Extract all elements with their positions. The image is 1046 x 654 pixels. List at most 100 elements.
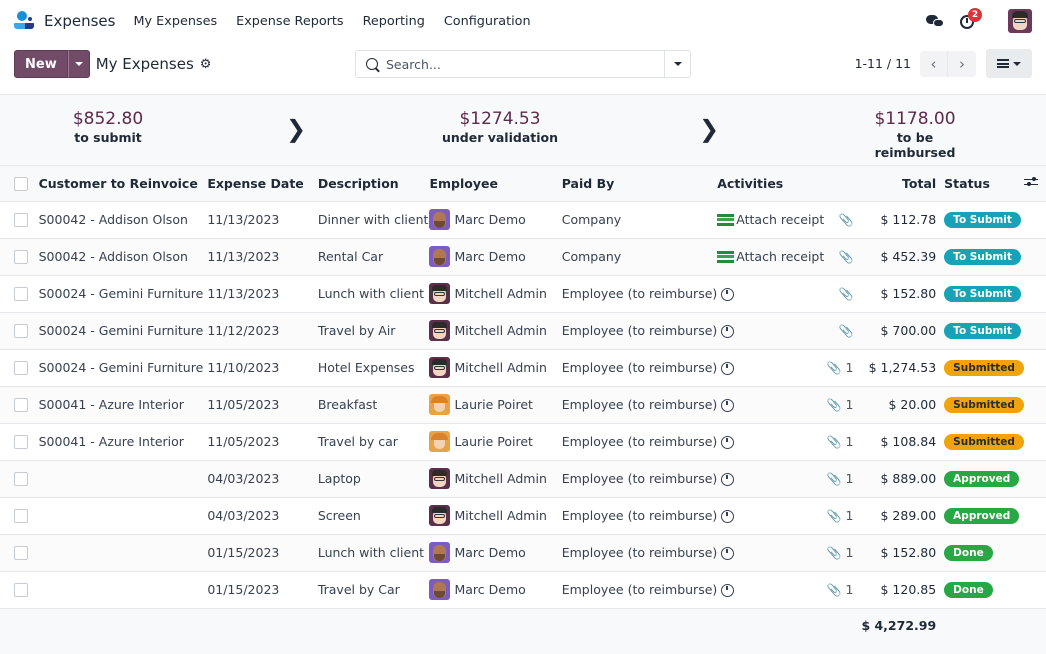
attachments-cell[interactable]: 📎 <box>826 275 862 313</box>
activity-label[interactable]: Attach receipt <box>736 212 824 227</box>
table-row[interactable]: 01/15/2023 Lunch with client Marc Demo Empl… <box>0 534 1046 572</box>
clock-icon[interactable] <box>721 362 735 375</box>
attachments-cell[interactable]: 📎 1 <box>826 349 862 387</box>
select-all-checkbox[interactable] <box>14 177 28 191</box>
clock-icon[interactable] <box>721 436 735 449</box>
search-input[interactable] <box>386 56 664 72</box>
header-customer[interactable]: Customer to Reinvoice <box>38 166 208 202</box>
row-checkbox[interactable] <box>14 472 28 487</box>
employee-avatar[interactable] <box>429 468 451 489</box>
attachments-cell[interactable]: 📎 1 <box>826 571 862 609</box>
chat-icon[interactable] <box>926 13 946 29</box>
table-row[interactable]: S00041 - Azure Interior 11/05/2023 Breakfa… <box>0 386 1046 424</box>
menu-expense-reports[interactable]: Expense Reports <box>236 14 343 29</box>
employee-avatar[interactable] <box>429 431 451 452</box>
paperclip-icon: 📎 <box>838 213 854 227</box>
pager-previous-button[interactable]: ‹ <box>920 50 948 77</box>
employee-avatar[interactable] <box>429 209 451 230</box>
table-row[interactable]: S00024 - Gemini Furniture 11/12/2023 Trave… <box>0 312 1046 350</box>
summary-to-be-reimbursed[interactable]: $1178.00 to be reimbursed <box>855 109 975 160</box>
row-checkbox[interactable] <box>14 213 28 228</box>
optional-columns-toggle[interactable] <box>1024 166 1046 202</box>
attachments-cell[interactable]: 📎 <box>826 238 862 276</box>
row-checkbox[interactable] <box>14 435 28 450</box>
header-total[interactable]: Total <box>861 166 945 202</box>
row-checkbox[interactable] <box>14 398 28 413</box>
table-row[interactable]: S00041 - Azure Interior 11/05/2023 Travel … <box>0 423 1046 461</box>
paid-by-cell: Employee (to reimburse) <box>561 312 718 350</box>
employee-avatar[interactable] <box>429 320 451 341</box>
clock-icon[interactable] <box>721 584 735 597</box>
table-row[interactable]: 04/03/2023 Screen Mitchell Admin Employee (… <box>0 497 1046 535</box>
gear-icon[interactable]: ⚙ <box>200 57 212 72</box>
row-select-cell <box>0 312 39 350</box>
row-checkbox[interactable] <box>14 546 28 561</box>
row-end-cell <box>1024 349 1046 387</box>
employee-avatar[interactable] <box>429 283 451 304</box>
search-options-toggle[interactable] <box>664 51 690 77</box>
row-select-cell <box>0 201 39 239</box>
attachments-cell[interactable]: 📎 <box>826 201 862 239</box>
table-row[interactable]: S00024 - Gemini Furniture 11/13/2023 Lunch… <box>0 275 1046 313</box>
header-activities[interactable]: Activities <box>717 166 827 202</box>
attachments-cell[interactable]: 📎 <box>826 312 862 350</box>
row-checkbox[interactable] <box>14 287 28 302</box>
paperclip-icon: 📎 <box>826 546 842 560</box>
new-dropdown-button[interactable] <box>67 50 90 78</box>
header-status[interactable]: Status <box>944 166 1024 202</box>
new-button[interactable]: New <box>14 50 68 78</box>
summary-under-validation[interactable]: $1274.53 under validation <box>440 109 560 145</box>
pager-next-button[interactable]: › <box>948 50 976 77</box>
user-avatar[interactable] <box>1008 9 1032 33</box>
table-row[interactable]: S00042 - Addison Olson 11/13/2023 Dinner w… <box>0 201 1046 239</box>
row-checkbox[interactable] <box>14 250 28 265</box>
header-date[interactable]: Expense Date <box>207 166 318 202</box>
row-checkbox[interactable] <box>14 509 28 524</box>
row-checkbox[interactable] <box>14 583 28 598</box>
clock-icon[interactable] <box>721 473 735 486</box>
menu-reporting[interactable]: Reporting <box>363 14 425 29</box>
employee-cell: Marc Demo <box>429 238 562 276</box>
employee-avatar[interactable] <box>429 505 451 526</box>
attachments-cell[interactable]: 📎 1 <box>826 423 862 461</box>
clock-icon[interactable] <box>721 547 735 560</box>
employee-avatar[interactable] <box>429 579 451 600</box>
pager-value[interactable]: 1-11 / 11 <box>855 56 911 71</box>
date-cell: 01/15/2023 <box>207 534 318 572</box>
employee-avatar[interactable] <box>429 246 451 267</box>
app-name[interactable]: Expenses <box>44 12 115 30</box>
menu-configuration[interactable]: Configuration <box>444 14 531 29</box>
table-row[interactable]: S00042 - Addison Olson 11/13/2023 Rental C… <box>0 238 1046 276</box>
row-checkbox[interactable] <box>14 361 28 376</box>
total-cell: $ 700.00 <box>861 312 945 350</box>
menu-my-expenses[interactable]: My Expenses <box>133 14 217 29</box>
employee-avatar[interactable] <box>429 394 451 415</box>
clock-icon[interactable] <box>721 510 735 523</box>
chevron-right-icon: › <box>959 54 965 73</box>
clock-icon[interactable] <box>721 325 735 338</box>
attachments-cell[interactable]: 📎 1 <box>826 534 862 572</box>
table-row[interactable]: 04/03/2023 Laptop Mitchell Admin Employee (… <box>0 460 1046 498</box>
table-row[interactable]: 01/15/2023 Travel by Car Marc Demo Employee… <box>0 571 1046 609</box>
attachments-cell[interactable]: 📎 1 <box>826 386 862 424</box>
activity-label[interactable]: Attach receipt <box>736 249 824 264</box>
expenses-app-icon[interactable] <box>14 11 36 31</box>
attachments-cell[interactable]: 📎 1 <box>826 460 862 498</box>
row-checkbox[interactable] <box>14 324 28 339</box>
header-employee[interactable]: Employee <box>429 166 562 202</box>
summary-to-submit[interactable]: $852.80 to submit <box>58 109 158 145</box>
table-row[interactable]: S00024 - Gemini Furniture 11/10/2023 Hotel… <box>0 349 1046 387</box>
employee-name: Marc Demo <box>454 249 526 264</box>
description-cell: Travel by Air <box>317 312 430 350</box>
clock-icon[interactable] <box>721 288 735 301</box>
employee-avatar[interactable] <box>429 357 451 378</box>
view-switcher-button[interactable] <box>986 49 1032 78</box>
header-description[interactable]: Description <box>317 166 430 202</box>
activity-button[interactable]: 2 <box>960 8 982 30</box>
row-select-cell <box>0 349 39 387</box>
clock-icon[interactable] <box>721 399 735 412</box>
chevron-left-icon: ‹ <box>930 54 937 73</box>
header-paid-by[interactable]: Paid By <box>561 166 718 202</box>
employee-avatar[interactable] <box>429 542 451 563</box>
attachments-cell[interactable]: 📎 1 <box>826 497 862 535</box>
